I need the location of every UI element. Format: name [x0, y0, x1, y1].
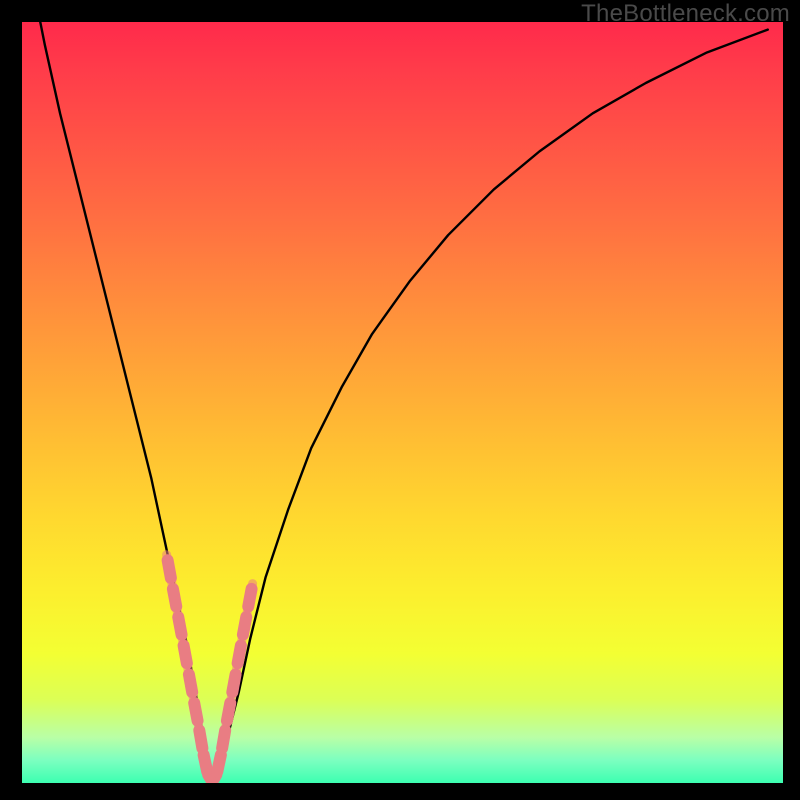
- highlight-segment: [194, 703, 197, 721]
- highlight-segment: [178, 617, 181, 635]
- highlight-segment: [227, 703, 230, 721]
- highlight-segment: [173, 589, 176, 607]
- highlight-segment: [248, 589, 251, 607]
- highlight-segment: [184, 646, 187, 664]
- plot-area: [22, 22, 783, 783]
- highlight-segment: [243, 617, 246, 635]
- highlight-segment: [189, 674, 192, 692]
- bottleneck-curve: [37, 22, 768, 781]
- curve-layer: [22, 22, 783, 783]
- highlight-segment: [238, 646, 241, 664]
- highlight-segment: [199, 730, 202, 748]
- highlight-segment: [232, 674, 235, 692]
- outer-frame: TheBottleneck.com: [0, 0, 800, 800]
- watermark-text: TheBottleneck.com: [581, 0, 790, 28]
- highlight-segment: [217, 755, 221, 772]
- highlight-segment: [222, 730, 225, 748]
- highlight-segment: [168, 560, 171, 578]
